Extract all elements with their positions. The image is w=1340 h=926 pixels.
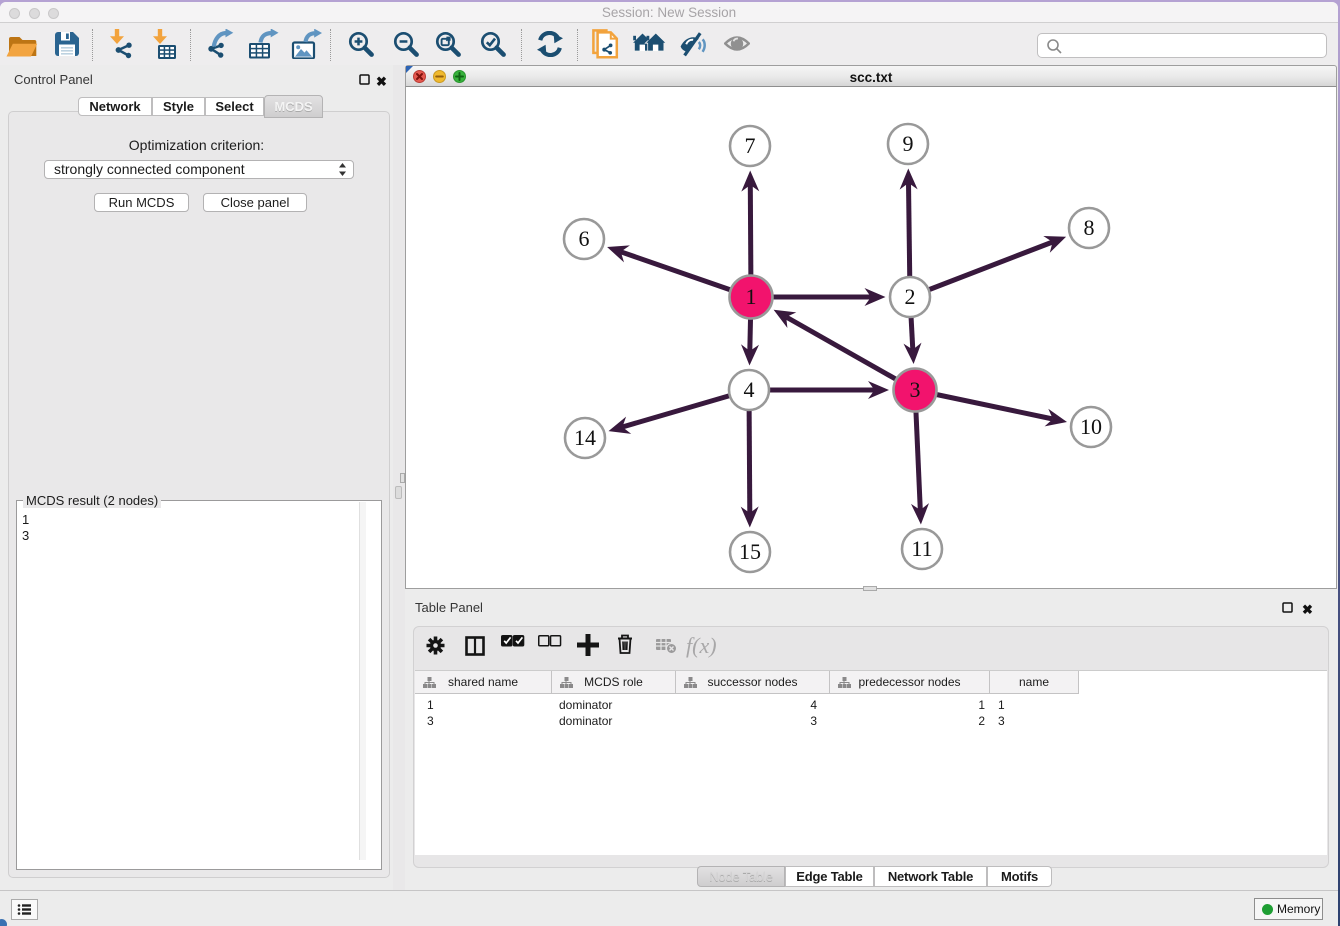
svg-text:2: 2	[905, 284, 916, 309]
svg-text:14: 14	[574, 425, 596, 450]
svg-text:6: 6	[579, 226, 590, 251]
svg-text:4: 4	[744, 377, 755, 402]
svg-text:11: 11	[911, 536, 932, 561]
svg-text:1: 1	[746, 284, 757, 309]
svg-text:3: 3	[910, 377, 921, 402]
svg-text:8: 8	[1084, 215, 1095, 240]
svg-text:10: 10	[1080, 414, 1102, 439]
svg-text:7: 7	[745, 133, 756, 158]
svg-text:9: 9	[903, 131, 914, 156]
svg-text:15: 15	[739, 539, 761, 564]
